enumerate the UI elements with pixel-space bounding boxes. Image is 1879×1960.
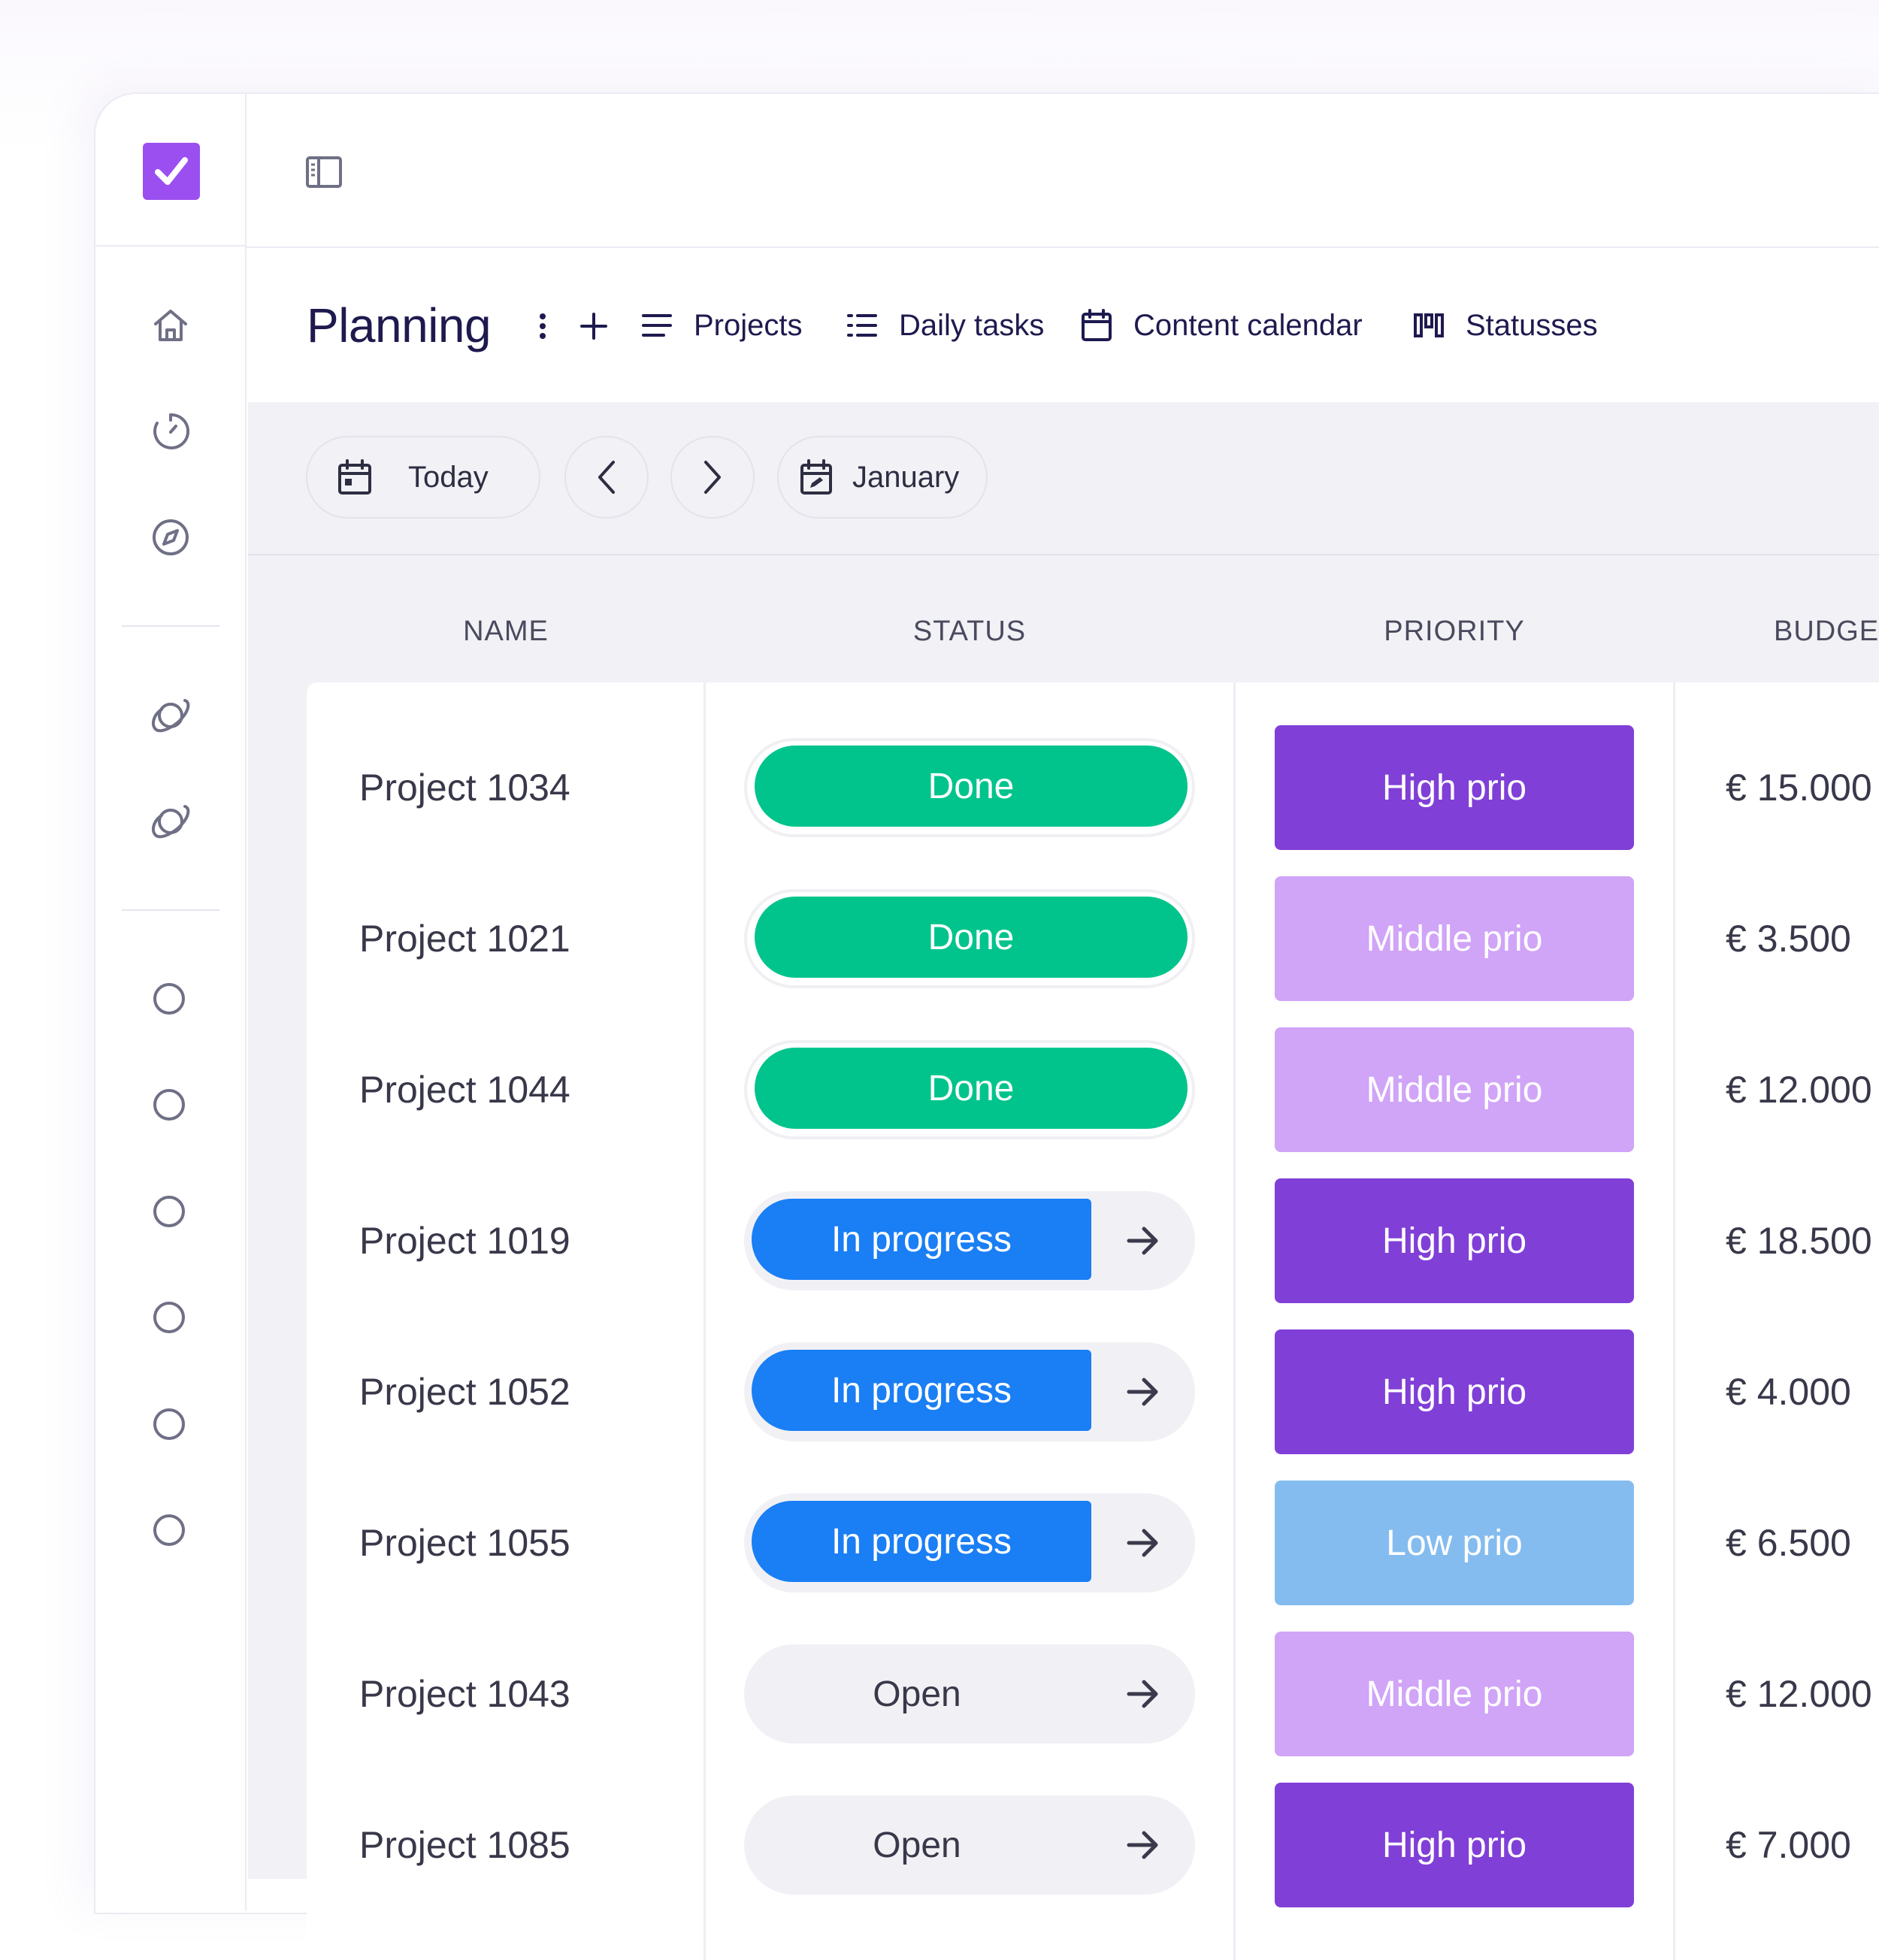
project-name[interactable]: Project 1021 <box>359 909 570 969</box>
planet-icon[interactable] <box>148 693 193 738</box>
arrow-right-icon[interactable] <box>1126 1526 1160 1559</box>
status-badge: Done <box>755 897 1188 978</box>
project-name[interactable]: Project 1043 <box>359 1664 570 1724</box>
previous-button[interactable] <box>564 436 649 519</box>
tab-label: Projects <box>694 309 803 342</box>
priority-badge[interactable]: High prio <box>1275 1329 1634 1454</box>
column-header-budget[interactable]: BUDGE <box>1774 605 1879 658</box>
column-divider <box>1673 682 1675 1960</box>
arrow-right-icon[interactable] <box>1126 1828 1160 1862</box>
sidebar-divider <box>122 625 219 627</box>
status-field[interactable]: Done <box>744 738 1195 837</box>
bullet-list-icon <box>847 314 877 337</box>
timer-icon[interactable] <box>148 409 193 454</box>
budget-value[interactable]: € 3.500 <box>1726 909 1851 969</box>
project-name[interactable]: Project 1044 <box>359 1060 570 1120</box>
sidebar-circle-item[interactable] <box>153 1089 185 1121</box>
status-field[interactable]: Done <box>744 1040 1195 1139</box>
column-divider <box>1233 682 1236 1960</box>
calendar-edit-icon <box>800 459 832 495</box>
chevron-right-icon <box>704 461 721 494</box>
budget-value[interactable]: € 7.000 <box>1726 1815 1851 1875</box>
home-icon[interactable] <box>148 303 193 348</box>
sidebar-divider-2 <box>122 909 219 911</box>
priority-badge[interactable]: Middle prio <box>1275 1632 1634 1756</box>
month-label: January <box>852 460 960 494</box>
page-title: Planning <box>307 298 492 352</box>
project-name[interactable]: Project 1052 <box>359 1362 570 1422</box>
add-view-icon[interactable] <box>577 310 610 343</box>
budget-value[interactable]: € 18.500 <box>1726 1211 1872 1271</box>
priority-badge[interactable]: Middle prio <box>1275 876 1634 1001</box>
project-name[interactable]: Project 1019 <box>359 1211 570 1271</box>
status-badge: In progress <box>752 1501 1091 1582</box>
project-name[interactable]: Project 1034 <box>359 758 570 818</box>
calendar-today-icon <box>338 459 371 495</box>
chevron-left-icon <box>598 461 615 494</box>
status-badge: Done <box>755 1048 1188 1129</box>
column-divider <box>703 682 706 1960</box>
arrow-right-icon[interactable] <box>1126 1375 1160 1408</box>
next-button[interactable] <box>670 436 755 519</box>
project-name[interactable]: Project 1085 <box>359 1815 570 1875</box>
status-field[interactable]: In progress <box>744 1342 1195 1441</box>
status-field[interactable]: Open <box>744 1644 1195 1744</box>
tab-content-calendar[interactable]: Content calendar <box>1081 303 1363 348</box>
app-logo[interactable] <box>143 143 200 200</box>
more-options-icon[interactable] <box>534 310 552 343</box>
compass-icon[interactable] <box>148 515 193 560</box>
top-bar <box>247 92 1879 248</box>
status-badge: In progress <box>752 1350 1091 1431</box>
tab-projects[interactable]: Projects <box>641 303 803 348</box>
tab-daily-tasks[interactable]: Daily tasks <box>846 303 1044 348</box>
priority-badge[interactable]: High prio <box>1275 1178 1634 1303</box>
status-badge: Done <box>755 746 1188 827</box>
column-header-name[interactable]: NAME <box>356 605 656 658</box>
status-field[interactable]: Done <box>744 889 1195 988</box>
budget-value[interactable]: € 12.000 <box>1726 1664 1872 1724</box>
budget-value[interactable]: € 12.000 <box>1726 1060 1872 1120</box>
priority-badge[interactable]: Middle prio <box>1275 1027 1634 1152</box>
tab-label: Statusses <box>1466 309 1598 342</box>
priority-badge[interactable]: High prio <box>1275 725 1634 850</box>
project-name[interactable]: Project 1055 <box>359 1513 570 1573</box>
sidebar-circle-item[interactable] <box>153 1302 185 1333</box>
table-body <box>307 682 1879 1960</box>
tab-label: Daily tasks <box>899 309 1045 342</box>
budget-value[interactable]: € 6.500 <box>1726 1513 1851 1573</box>
sidebar-circle-item[interactable] <box>153 1408 185 1440</box>
budget-value[interactable]: € 15.000 <box>1726 758 1872 818</box>
budget-value[interactable]: € 4.000 <box>1726 1362 1851 1422</box>
sidebar-circle-item[interactable] <box>153 1196 185 1227</box>
status-field[interactable]: Open <box>744 1795 1195 1895</box>
status-field[interactable]: In progress <box>744 1493 1195 1592</box>
priority-badge[interactable]: Low prio <box>1275 1481 1634 1605</box>
calendar-icon <box>1082 309 1112 341</box>
status-label: Open <box>873 1825 961 1865</box>
month-picker[interactable]: January <box>777 436 988 519</box>
status-label: Open <box>873 1674 961 1714</box>
status-badge: In progress <box>752 1199 1091 1280</box>
today-label: Today <box>408 460 489 494</box>
tab-label: Content calendar <box>1133 309 1363 342</box>
column-header-priority[interactable]: PRIORITY <box>1304 605 1605 658</box>
arrow-right-icon[interactable] <box>1126 1224 1160 1257</box>
sidebar-toggle-icon[interactable] <box>304 154 345 192</box>
checkmark-icon <box>155 157 188 185</box>
priority-badge[interactable]: High prio <box>1275 1783 1634 1907</box>
list-icon <box>642 314 672 337</box>
sidebar-circle-item[interactable] <box>153 983 185 1015</box>
arrow-right-icon[interactable] <box>1126 1677 1160 1710</box>
kanban-icon <box>1414 313 1444 337</box>
sidebar-circle-item[interactable] <box>153 1514 185 1546</box>
status-field[interactable]: In progress <box>744 1191 1195 1290</box>
planet-icon-2[interactable] <box>148 799 193 844</box>
tab-statusses[interactable]: Statusses <box>1413 303 1598 348</box>
column-header-status[interactable]: STATUS <box>819 605 1120 658</box>
today-button[interactable]: Today <box>306 436 540 519</box>
